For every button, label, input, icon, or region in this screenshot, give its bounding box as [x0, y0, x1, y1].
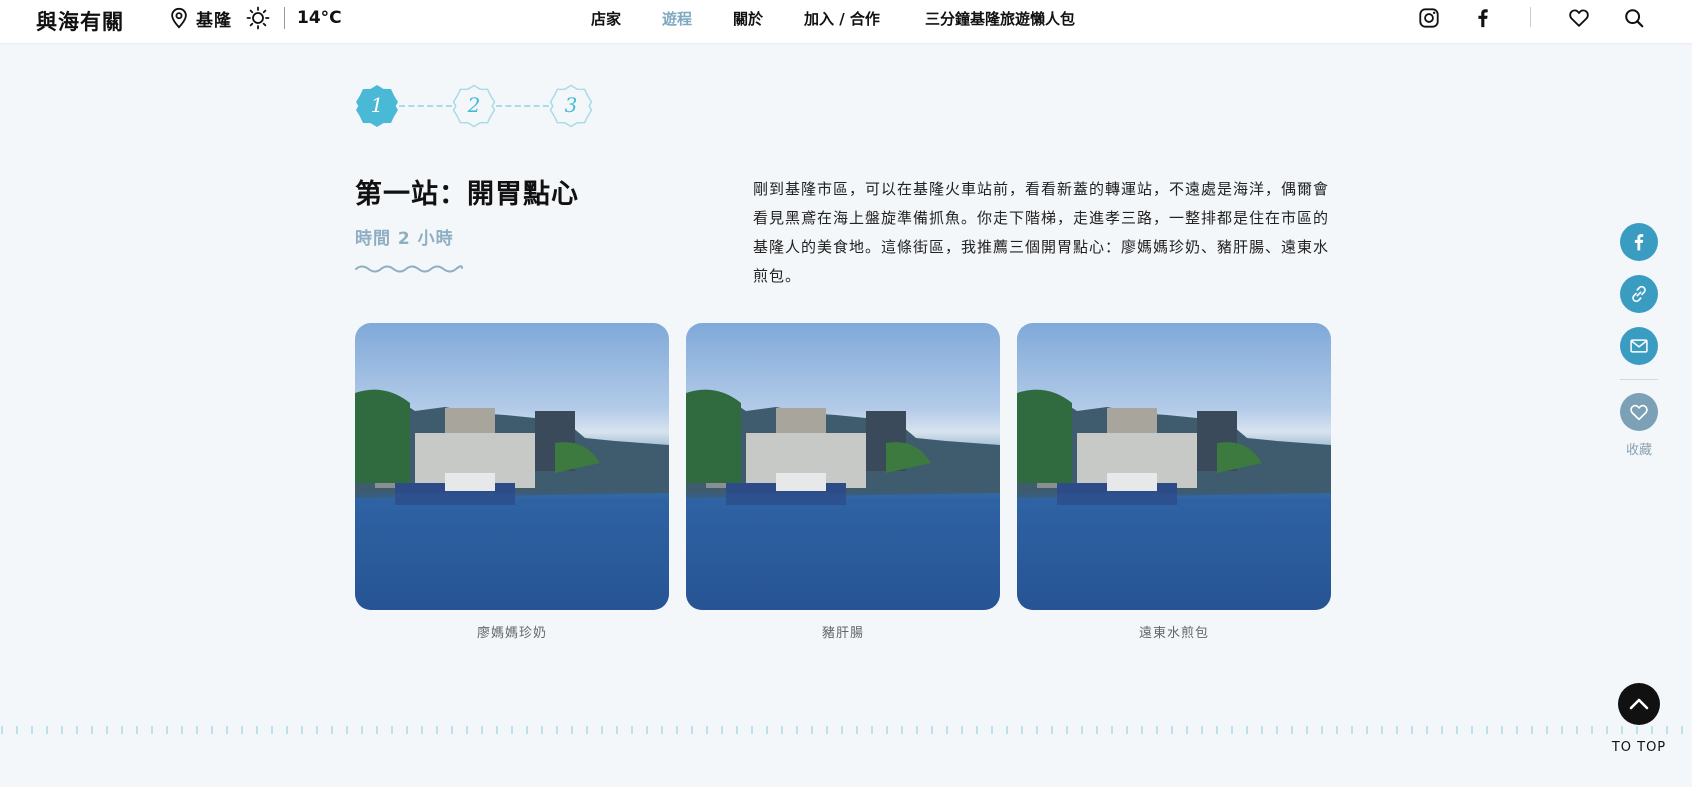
copy-link-icon [1632, 285, 1646, 303]
share-divider [1620, 379, 1658, 380]
temperature: 14°C [297, 8, 342, 28]
favorite-button[interactable] [1620, 393, 1658, 431]
share-mail-button[interactable] [1620, 327, 1658, 365]
section-duration: 時間 2 小時 [355, 229, 454, 249]
photo-caption: 豬肝腸 [821, 626, 864, 641]
to-top-label[interactable]: TO TOP [1606, 740, 1672, 755]
harbor-image [686, 389, 1000, 610]
site-header: 與海有關 基隆 14°C 店家 遊程 關於 加入 / 合作 三分鐘基隆旅遊懶人包 [0, 0, 1692, 43]
favorite-label[interactable]: 收藏 [1620, 439, 1658, 458]
step-2[interactable]: 2 [452, 84, 496, 128]
site-logo[interactable]: 與海有關 [36, 6, 124, 36]
photo-card[interactable]: 遠東水煎包 [1017, 323, 1331, 641]
nav-item-guide[interactable]: 三分鐘基隆旅遊懶人包 [925, 8, 1075, 29]
wave-divider [355, 265, 463, 273]
nav-item-shops[interactable]: 店家 [591, 8, 621, 29]
section-title: 第一站：開胃點心 [355, 179, 579, 210]
copy-link-button[interactable] [1620, 275, 1658, 313]
photo-card[interactable]: 廖媽媽珍奶 [355, 323, 669, 641]
location-city[interactable]: 基隆 [196, 6, 232, 31]
mail-icon [1630, 339, 1648, 353]
location-weather: 基隆 14°C [168, 6, 342, 31]
share-facebook-button[interactable] [1620, 223, 1658, 261]
step-connector [496, 105, 549, 107]
nav-item-join[interactable]: 加入 / 合作 [804, 8, 880, 29]
facebook-icon[interactable] [1472, 7, 1494, 29]
location-pin-icon [171, 7, 187, 29]
step-number: 2 [467, 93, 481, 117]
step-3[interactable]: 3 [549, 84, 593, 128]
harbor-image [1017, 389, 1331, 610]
photo-card[interactable]: 豬肝腸 [686, 323, 1000, 641]
divider [284, 7, 285, 29]
nav-item-about[interactable]: 關於 [733, 8, 763, 29]
nav-item-tours[interactable]: 遊程 [662, 8, 692, 29]
sun-icon [246, 6, 270, 30]
harbor-photo[interactable] [1017, 323, 1331, 610]
step-1[interactable]: 1 [355, 84, 399, 128]
step-indicator: 1 2 3 [355, 84, 595, 128]
photo-caption: 廖媽媽珍奶 [476, 626, 547, 641]
header-divider [1530, 7, 1531, 27]
step-number: 1 [370, 93, 384, 117]
instagram-icon[interactable] [1418, 7, 1440, 29]
search-icon[interactable] [1623, 7, 1645, 29]
step-number: 3 [564, 93, 578, 117]
tick-border [1, 726, 1683, 734]
heart-icon[interactable] [1568, 7, 1590, 29]
facebook-share-icon [1634, 234, 1644, 251]
chevron-up-icon [1629, 698, 1649, 710]
to-top-button[interactable] [1618, 683, 1660, 725]
step-connector [399, 105, 452, 107]
photo-caption: 遠東水煎包 [1138, 626, 1209, 641]
heart-icon [1630, 404, 1648, 421]
harbor-photo[interactable] [355, 323, 669, 610]
section-description: 剛到基隆市區，可以在基隆火車站前，看看新蓋的轉運站，不遠處是海洋，偶爾會看見黑鳶… [753, 180, 1330, 285]
harbor-photo[interactable] [686, 323, 1000, 610]
harbor-image [355, 389, 669, 610]
